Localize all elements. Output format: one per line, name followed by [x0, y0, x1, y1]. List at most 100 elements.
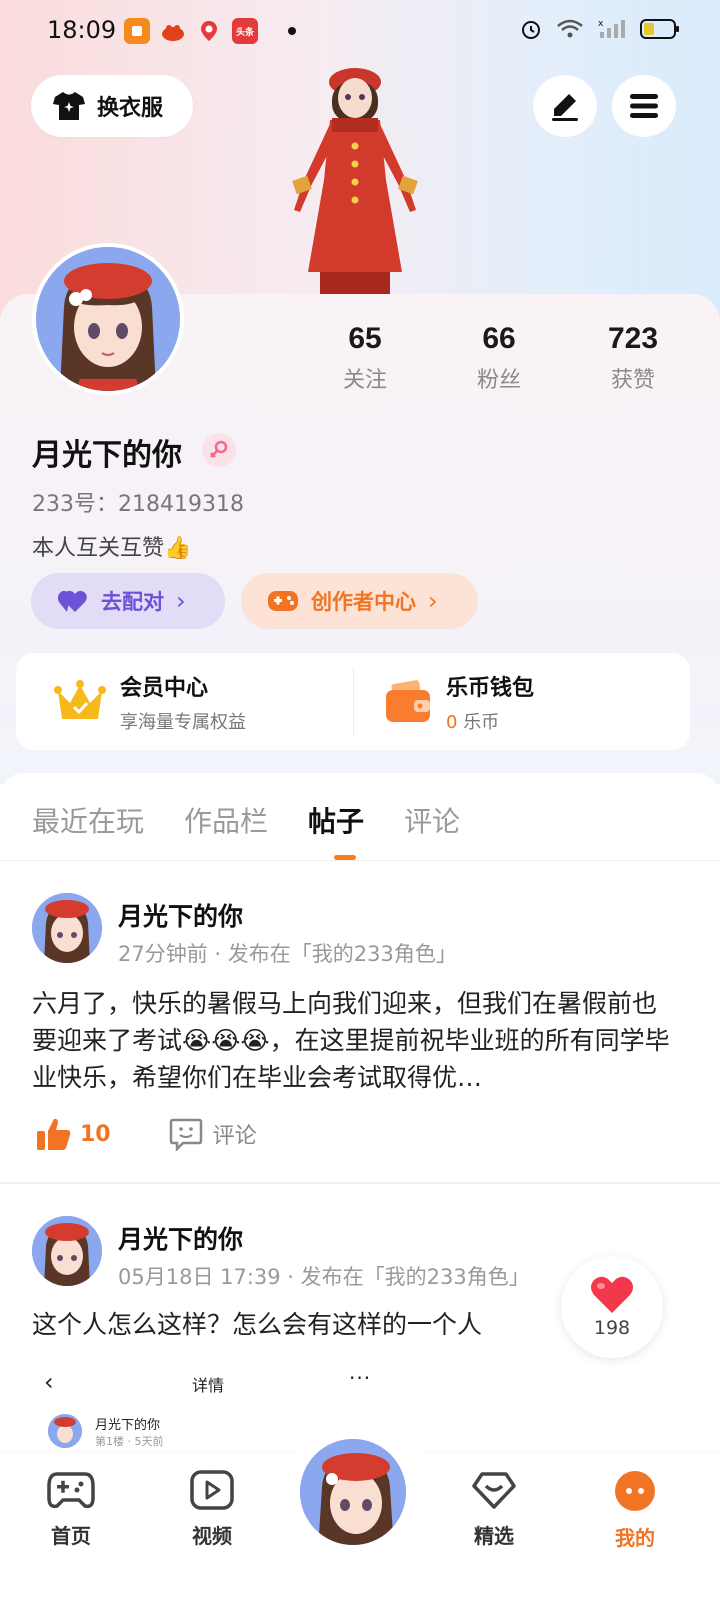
- preview-avatar: [48, 1414, 82, 1448]
- status-bar: 18:09 头条 x: [0, 0, 720, 64]
- post-body[interactable]: 六月了，快乐的暑假马上向我们迎来，但我们在暑假前也要迎来了考试😭😭😭，在这里提前…: [32, 985, 672, 1096]
- red-map-app-icon: [196, 18, 222, 44]
- heart-icon: [591, 1276, 633, 1313]
- crown-icon: [54, 679, 106, 719]
- status-system-icons: x: [520, 18, 680, 40]
- change-outfit-button[interactable]: 换衣服: [31, 75, 193, 137]
- tshirt-icon: [53, 92, 85, 120]
- play-icon: [190, 1470, 234, 1510]
- profile-avatar[interactable]: [32, 243, 184, 395]
- profile-stats: 65 关注 66 粉丝 723 获赞: [298, 322, 700, 394]
- status-time: 18:09: [47, 16, 117, 44]
- pen-icon: [552, 94, 578, 121]
- floating-like-count: 198: [593, 1317, 631, 1339]
- nav-video[interactable]: 视频: [167, 1470, 257, 1549]
- post-author-avatar[interactable]: [32, 1216, 102, 1286]
- followers-stat[interactable]: 66 粉丝: [432, 322, 566, 394]
- preview-more-icon: ···: [349, 1366, 372, 1390]
- followers-label: 粉丝: [476, 368, 521, 393]
- tab-posts[interactable]: 帖子: [308, 800, 364, 840]
- post-meta: 05月18日 17:39 · 发布在「我的233角色」: [118, 1265, 530, 1289]
- battery-icon: [640, 19, 679, 39]
- post-author-name[interactable]: 月光下的你: [118, 897, 243, 933]
- heart-diamond-icon: [472, 1472, 516, 1509]
- signal-icon: x: [598, 19, 625, 38]
- wallet-entry[interactable]: 乐币钱包 0 乐币: [384, 653, 534, 750]
- gamepad-icon: [47, 1472, 95, 1509]
- chevron-right-icon: ›: [176, 587, 186, 615]
- member-wallet-card: 会员中心 享海量专属权益 乐币钱包 0 乐币: [16, 653, 690, 750]
- nav-me[interactable]: 我的: [590, 1470, 680, 1551]
- post-actions: 10 评论: [36, 1117, 257, 1151]
- likes-received-count: 723: [607, 322, 659, 355]
- orange-app-icon: [124, 18, 150, 44]
- match-button[interactable]: 去配对 ›: [31, 573, 225, 629]
- 3d-character-figure[interactable]: [280, 60, 430, 294]
- vip-center-subtitle: 享海量专属权益: [120, 711, 246, 733]
- comment-face-icon: [169, 1118, 202, 1151]
- nav-me-label: 我的: [615, 1526, 655, 1550]
- comment-button[interactable]: 评论: [169, 1117, 257, 1151]
- post-meta: 27分钟前 · 发布在「我的233角色」: [118, 942, 457, 966]
- like-count: 10: [80, 1121, 111, 1147]
- wallet-title: 乐币钱包: [446, 675, 535, 701]
- gamepad-icon: [268, 591, 298, 611]
- comment-label: 评论: [212, 1124, 257, 1149]
- post-author-avatar[interactable]: [32, 893, 102, 963]
- profile-username: 月光下的你: [32, 438, 182, 473]
- user-bio: 本人互关互赞👍: [32, 536, 192, 561]
- tab-works[interactable]: 作品栏: [184, 800, 268, 840]
- heart-pair-icon: [57, 590, 87, 612]
- toutiao-label: 头条: [235, 27, 254, 38]
- vip-center-title: 会员中心: [120, 675, 209, 701]
- chevron-right-icon: ›: [428, 587, 438, 615]
- crab-app-icon: [160, 18, 186, 44]
- nav-home[interactable]: 首页: [26, 1470, 116, 1549]
- toutiao-app-icon: 头条: [232, 18, 258, 44]
- like-button[interactable]: 10: [36, 1117, 111, 1151]
- tabs-divider: [0, 860, 720, 861]
- tab-recently-played[interactable]: 最近在玩: [32, 800, 144, 840]
- thumbs-up-icon: [37, 1118, 71, 1150]
- female-gender-icon: [202, 433, 236, 467]
- wallet-unit: 乐币: [463, 711, 500, 733]
- creator-center-label: 创作者中心: [311, 590, 416, 614]
- preview-title: 详情: [192, 1376, 225, 1395]
- match-label: 去配对: [101, 590, 164, 614]
- svg-text:x: x: [598, 19, 604, 29]
- followers-count: 66: [482, 322, 516, 355]
- following-label: 关注: [342, 368, 387, 393]
- menu-icon: [630, 94, 658, 118]
- profile-face-icon: [615, 1471, 655, 1511]
- likes-stat[interactable]: 723 获赞: [566, 322, 700, 394]
- user-id: 233号：218419318: [32, 492, 244, 517]
- post-author-name[interactable]: 月光下的你: [118, 1220, 243, 1256]
- wifi-icon: [557, 19, 583, 38]
- post-divider: [0, 1182, 720, 1184]
- nav-featured[interactable]: 精选: [449, 1470, 539, 1549]
- likes-received-label: 获赞: [610, 368, 655, 393]
- avatar-portrait: [36, 247, 180, 391]
- notification-dot: [288, 27, 296, 35]
- nav-avatar-center[interactable]: [297, 1436, 409, 1548]
- card-divider: [353, 667, 354, 737]
- tab-comments[interactable]: 评论: [404, 800, 460, 840]
- preview-back-icon: ‹: [44, 1368, 54, 1396]
- vip-center-entry[interactable]: 会员中心 享海量专属权益: [54, 653, 246, 750]
- creator-center-button[interactable]: 创作者中心 ›: [241, 573, 478, 629]
- status-notification-icons: 头条: [124, 18, 296, 44]
- nav-featured-label: 精选: [474, 1524, 514, 1548]
- change-outfit-label: 换衣服: [97, 96, 164, 121]
- menu-button[interactable]: [612, 75, 676, 137]
- floating-like-button[interactable]: 198: [561, 1256, 663, 1358]
- preview-meta: 第1楼 · 5天前: [95, 1435, 164, 1448]
- following-count: 65: [348, 322, 382, 355]
- following-stat[interactable]: 65 关注: [298, 322, 432, 394]
- preview-author-name: 月光下的你: [95, 1418, 161, 1433]
- alarm-icon: [522, 21, 540, 39]
- edit-profile-button[interactable]: [533, 75, 597, 137]
- nav-home-label: 首页: [51, 1524, 91, 1548]
- profile-tabs: 最近在玩 作品栏 帖子 评论: [32, 800, 500, 840]
- wallet-icon: [386, 679, 430, 722]
- nav-video-label: 视频: [192, 1524, 232, 1548]
